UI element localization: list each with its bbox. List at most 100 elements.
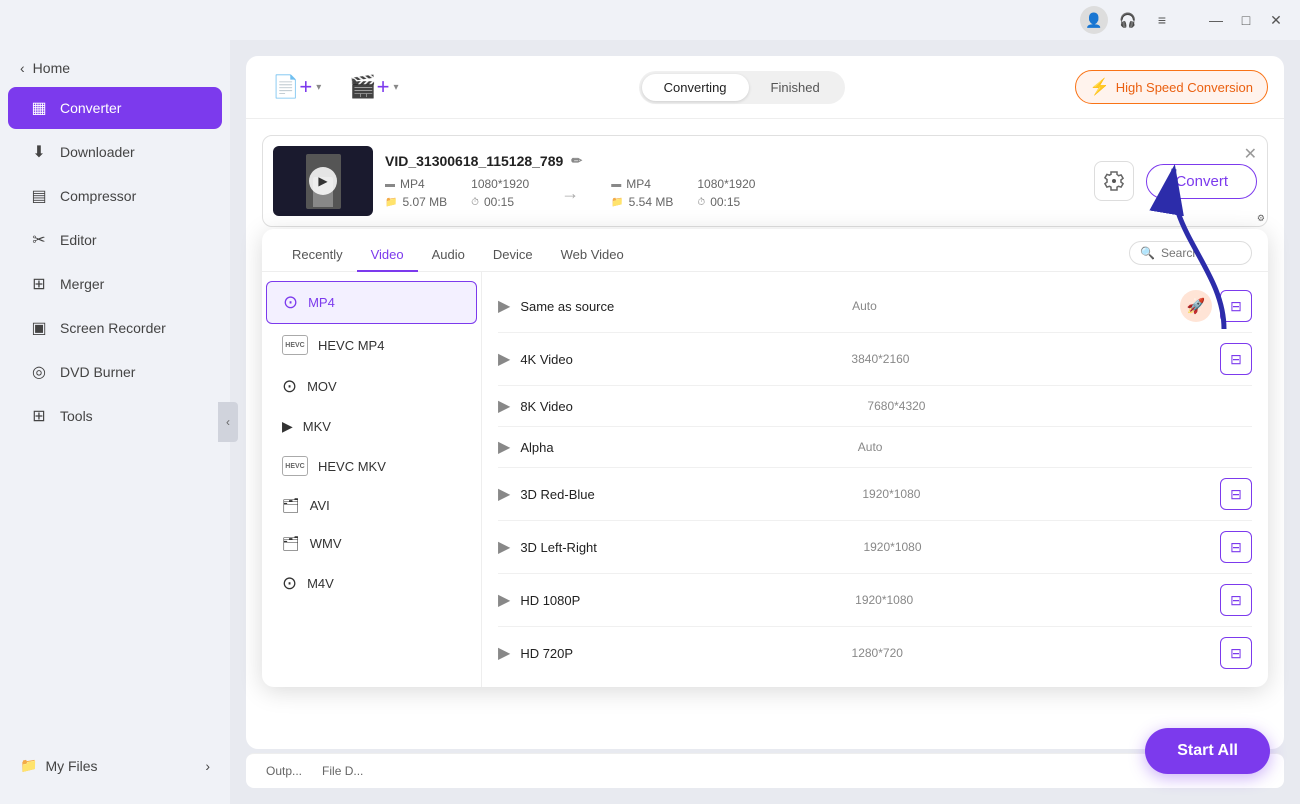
format-item-m4v[interactable]: ⊙ M4V <box>266 563 477 604</box>
sidebar-bottom: 📁 My Files › <box>0 737 230 794</box>
format-item-mkv[interactable]: ▶ MKV <box>266 408 477 445</box>
editor-icon: ✂ <box>28 229 50 251</box>
add-media-button[interactable]: 🎬+ ▾ <box>339 68 408 106</box>
avi-label: AVI <box>310 498 330 513</box>
tab-video[interactable]: Video <box>357 239 418 272</box>
preset-hd-1080p-actions: ⊟ <box>1220 584 1252 616</box>
preset-8k-left: ▶ 8K Video <box>498 396 573 416</box>
search-icon: 🔍 <box>1140 246 1155 260</box>
add-file-chevron: ▾ <box>316 82 321 93</box>
screen-recorder-icon: ▣ <box>28 317 50 339</box>
tab-device[interactable]: Device <box>479 239 547 272</box>
edit-filename-icon[interactable]: ✏ <box>571 153 582 169</box>
sidebar-item-converter[interactable]: ▦ Converter <box>8 87 222 129</box>
preset-alpha-res: Auto <box>858 440 948 454</box>
merger-icon: ⊞ <box>28 273 50 295</box>
tab-finished[interactable]: Finished <box>749 74 842 101</box>
source-size: 5.07 MB <box>402 195 447 209</box>
sidebar-my-files[interactable]: 📁 My Files › <box>0 747 230 784</box>
format-item-mp4[interactable]: ⊙ MP4 <box>266 281 477 324</box>
preset-hd-1080p-res: 1920*1080 <box>855 593 945 607</box>
preset-3d-left-right-res: 1920*1080 <box>863 540 953 554</box>
source-format: MP4 <box>400 177 425 191</box>
sidebar-home[interactable]: ‹ Home <box>0 50 230 86</box>
sidebar-item-dvd-burner[interactable]: ◎ DVD Burner <box>8 351 222 393</box>
mkv-label: MKV <box>303 419 331 434</box>
sidebar-item-screen-recorder[interactable]: ▣ Screen Recorder <box>8 307 222 349</box>
headset-icon[interactable]: 🎧 <box>1114 6 1142 34</box>
tab-web-video[interactable]: Web Video <box>547 239 638 272</box>
rocket-button[interactable]: 🚀 <box>1180 290 1212 322</box>
format-item-wmv[interactable]: 🗂 WMV <box>266 525 477 562</box>
preset-4k-left: ▶ 4K Video <box>498 349 573 369</box>
tab-recently[interactable]: Recently <box>278 239 357 272</box>
top-bar-left: 📄+ ▾ 🎬+ ▾ <box>262 68 409 106</box>
high-speed-button[interactable]: ⚡ High Speed Conversion <box>1075 70 1268 104</box>
format-tabs: Recently Video Audio Device Web Video 🔍 <box>262 229 1268 272</box>
sidebar-item-tools[interactable]: ⊞ Tools <box>8 395 222 437</box>
preset-3d-left-right-left: ▶ 3D Left-Right <box>498 537 597 557</box>
format-item-avi[interactable]: 🗂 AVI <box>266 487 477 524</box>
dest-meta: ▬ MP4 📁 5.54 MB <box>611 177 673 209</box>
preset-3d-left-right: ▶ 3D Left-Right 1920*1080 ⊟ <box>498 521 1252 574</box>
edit-3d-rb-preset-button[interactable]: ⊟ <box>1220 478 1252 510</box>
preset-3d-rb-play-icon: ▶ <box>498 484 510 504</box>
downloader-icon: ⬇ <box>28 141 50 163</box>
convert-button[interactable]: Convert <box>1146 164 1257 199</box>
minimize-button[interactable]: — <box>1204 8 1228 32</box>
hevc-mp4-icon: HEVC <box>282 335 308 355</box>
sidebar-item-editor[interactable]: ✂ Editor <box>8 219 222 261</box>
format-item-mov[interactable]: ⊙ MOV <box>266 366 477 407</box>
edit-4k-preset-button[interactable]: ⊟ <box>1220 343 1252 375</box>
edit-hd-720p-preset-button[interactable]: ⊟ <box>1220 637 1252 669</box>
preset-alpha-name: Alpha <box>520 440 553 455</box>
play-overlay[interactable]: ▶ <box>309 167 337 195</box>
sidebar-item-merger[interactable]: ⊞ Merger <box>8 263 222 305</box>
preset-alpha-play-icon: ▶ <box>498 437 510 457</box>
preset-4k-play-icon: ▶ <box>498 349 510 369</box>
sidebar: ‹ Home ▦ Converter ⬇ Downloader ▤ Compre… <box>0 40 230 804</box>
source-format-row: ▬ MP4 <box>385 177 447 191</box>
preset-hd-720p-name: HD 720P <box>520 646 573 661</box>
menu-icon[interactable]: ≡ <box>1148 6 1176 34</box>
hevc-mkv-label: HEVC MKV <box>318 459 386 474</box>
sidebar-collapse-button[interactable]: ‹ <box>218 402 238 442</box>
preset-hd-720p-left: ▶ HD 720P <box>498 643 573 663</box>
sidebar-item-compressor[interactable]: ▤ Compressor <box>8 175 222 217</box>
profile-icon[interactable]: 👤 <box>1080 6 1108 34</box>
m4v-label: M4V <box>307 576 334 591</box>
source-meta: ▬ MP4 📁 5.07 MB <box>385 177 447 209</box>
dest-format-row: ▬ MP4 <box>611 177 673 191</box>
file-name-text: VID_31300618_115128_789 <box>385 153 563 169</box>
mp4-label: MP4 <box>308 295 335 310</box>
source-format-icon: ▬ <box>385 179 395 190</box>
edit-3d-lr-preset-button[interactable]: ⊟ <box>1220 531 1252 563</box>
add-file-button[interactable]: 📄+ ▾ <box>262 68 331 106</box>
file-thumbnail[interactable]: ▶ <box>273 146 373 216</box>
file-meta: ▬ MP4 📁 5.07 MB 1080*1920 <box>385 177 1082 209</box>
hevc-mkv-icon: HEVC <box>282 456 308 476</box>
edit-preset-button[interactable]: ⊟ <box>1220 290 1252 322</box>
search-input[interactable] <box>1161 246 1241 260</box>
tab-audio[interactable]: Audio <box>418 239 479 272</box>
format-item-hevc-mkv[interactable]: HEVC HEVC MKV <box>266 446 477 486</box>
start-all-button[interactable]: Start All <box>1145 728 1270 774</box>
tab-converting[interactable]: Converting <box>642 74 749 101</box>
preset-alpha: ▶ Alpha Auto <box>498 427 1252 468</box>
edit-hd-1080p-preset-button[interactable]: ⊟ <box>1220 584 1252 616</box>
source-res: 1080*1920 <box>471 177 529 191</box>
format-item-hevc-mp4[interactable]: HEVC HEVC MP4 <box>266 325 477 365</box>
settings-button[interactable]: ⚙ <box>1094 161 1134 201</box>
format-search[interactable]: 🔍 <box>1129 241 1252 265</box>
chevron-left-icon: ‹ <box>20 60 25 76</box>
dvd-burner-label: DVD Burner <box>60 364 135 380</box>
tools-icon: ⊞ <box>28 405 50 427</box>
maximize-button[interactable]: □ <box>1234 8 1258 32</box>
close-window-button[interactable]: ✕ <box>1264 8 1288 32</box>
dest-duration: 00:15 <box>710 195 740 209</box>
format-list: ⊙ MP4 HEVC HEVC MP4 ⊙ MOV ▶ <box>262 272 482 687</box>
compressor-icon: ▤ <box>28 185 50 207</box>
tools-label: Tools <box>60 408 93 424</box>
sidebar-item-downloader[interactable]: ⬇ Downloader <box>8 131 222 173</box>
close-item-button[interactable]: ✕ <box>1244 144 1257 164</box>
